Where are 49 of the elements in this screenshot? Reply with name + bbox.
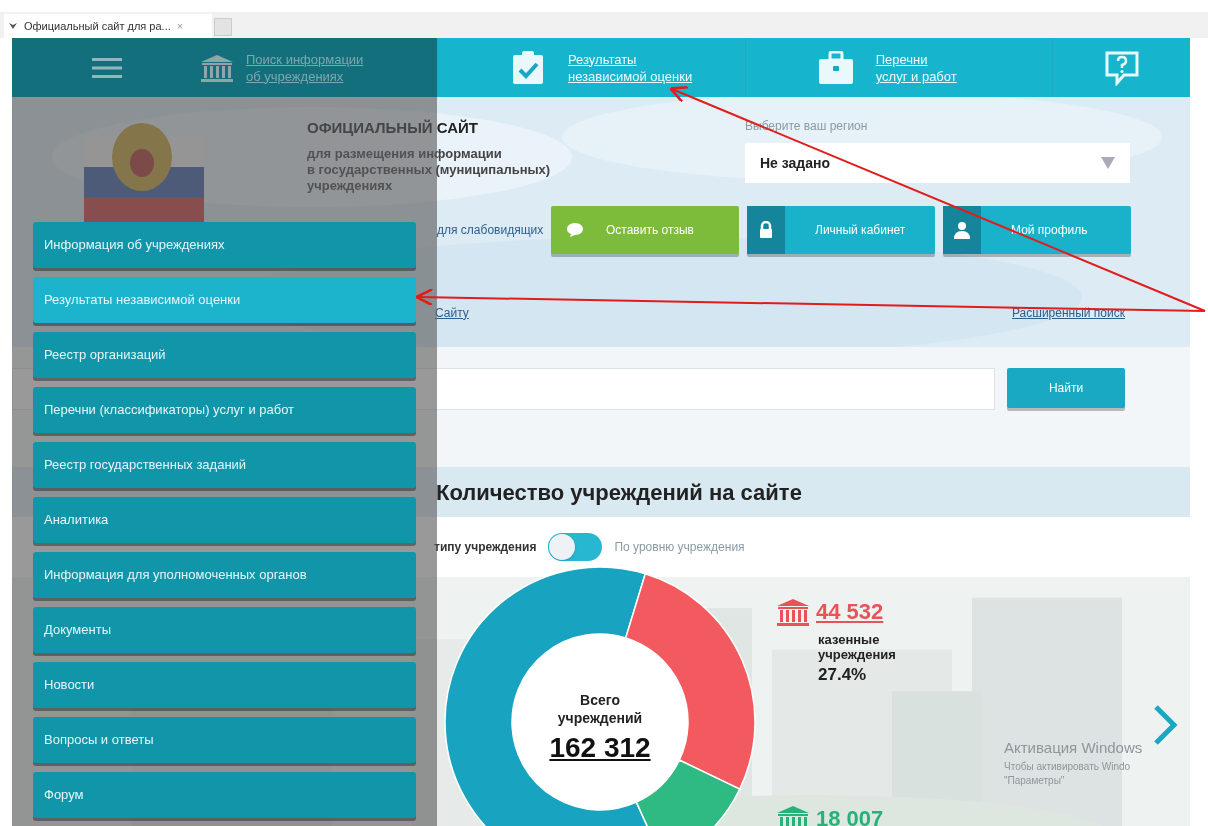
building-icon — [200, 53, 234, 82]
building-icon — [776, 804, 810, 826]
drawer-menu-item[interactable]: Вопросы и ответы — [33, 717, 416, 763]
browser-tab[interactable]: Официальный сайт для ра... × — [4, 14, 212, 38]
building-icon — [776, 597, 810, 626]
search-link[interactable]: Сайту — [435, 303, 469, 322]
drawer-header-link[interactable]: Поиск информации об учреждениях — [246, 50, 364, 85]
help-icon[interactable] — [1103, 49, 1140, 86]
action-button[interactable]: Личный кабинет — [747, 205, 935, 254]
view-toggle[interactable] — [548, 533, 603, 561]
clipboard-check-icon — [510, 49, 546, 86]
drawer-menu-item[interactable]: Перечни (классификаторы) услуг и работ — [33, 387, 416, 433]
windows-notice-text: Чтобы активировать Windo "Параметры" — [1004, 759, 1132, 788]
drawer-menu-item[interactable]: Информация об учреждениях — [33, 222, 416, 268]
legend-label: казенные учреждения — [818, 632, 896, 662]
legend-value: 44 532 — [816, 598, 884, 626]
drawer-menu-item[interactable]: Результаты независимой оценки — [33, 277, 416, 323]
drawer-menu-item[interactable]: Реестр государственных заданий — [33, 442, 416, 488]
search-button[interactable]: Найти — [1007, 368, 1125, 408]
windows-notice-title: Активация Windows — [1004, 738, 1143, 758]
toggle-label: По уровню учреждения — [614, 539, 745, 556]
drawer-menu-item[interactable]: Информация для уполномоченных органов — [33, 552, 416, 598]
total-label: Всего учреждений — [557, 691, 643, 727]
nav-link[interactable]: Перечни услуг и работ — [875, 50, 957, 85]
drawer-menu-item[interactable]: Аналитика — [33, 497, 416, 543]
legend-value: 18 007 — [816, 805, 884, 826]
total-count: 162 312 — [549, 731, 651, 765]
drawer-menu-item[interactable]: Новости — [33, 662, 416, 708]
lock-icon — [759, 220, 773, 239]
tab-close[interactable]: × — [176, 17, 184, 35]
accessibility-link[interactable]: для слабовидящих — [437, 220, 543, 239]
drawer-menu-item[interactable]: Реестр организаций — [33, 332, 416, 378]
tab-favicon-icon — [8, 21, 18, 31]
dropdown-arrow-icon — [1101, 157, 1115, 169]
briefcase-icon — [817, 50, 854, 85]
site-title: ОФИЦИАЛЬНЫЙ САЙТ — [307, 118, 479, 138]
tab-title: Официальный сайт для ра... — [24, 18, 171, 34]
region-select[interactable]: Не задано — [745, 143, 1130, 183]
legend-percent: 27.4% — [818, 664, 868, 686]
action-button[interactable]: Оставить отзыв — [551, 205, 739, 254]
drawer-menu-item[interactable]: Документы — [33, 607, 416, 653]
user-icon — [954, 220, 970, 239]
toggle-label: типу учреждения — [434, 539, 537, 556]
stats-heading: Количество учреждений на сайте — [436, 478, 802, 507]
advanced-search-link[interactable]: Расширенный поиск — [1012, 303, 1125, 322]
speech-bubble-icon — [566, 221, 584, 238]
menu-icon[interactable] — [92, 56, 122, 79]
nav-link[interactable]: Результаты независимой оценки — [568, 50, 693, 85]
drawer-menu-item[interactable]: Форум — [33, 772, 416, 818]
